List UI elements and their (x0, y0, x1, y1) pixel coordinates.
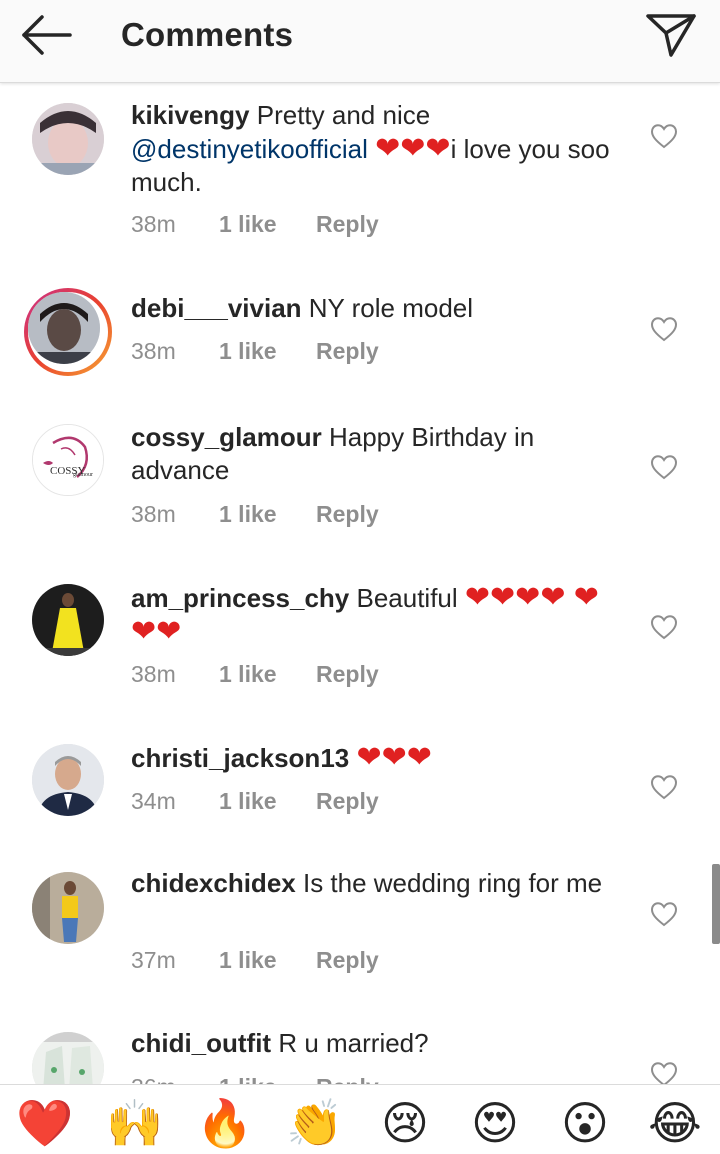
crying-face-emoji[interactable]: 😢 (375, 1095, 435, 1151)
avatar[interactable] (32, 872, 104, 944)
comment-list[interactable]: kikivengy Pretty and nice @destinyetikoo… (0, 83, 720, 1084)
like-count[interactable]: 1 like (219, 1074, 277, 1084)
comment-text: kikivengy Pretty and nice @destinyetikoo… (131, 100, 610, 197)
reply-button[interactable]: Reply (316, 501, 379, 528)
reply-button[interactable]: Reply (316, 947, 379, 974)
comment-item: chidi_outfit R u married? 36m 1 like Rep… (0, 1018, 720, 1084)
comment-time: 38m (131, 501, 176, 527)
scrollbar[interactable] (712, 864, 720, 944)
svg-text:glamour: glamour (73, 472, 93, 478)
arrow-left-icon (22, 15, 72, 55)
comment-text: cossy_glamour Happy Birthday in advance (131, 422, 535, 485)
like-button[interactable] (650, 454, 678, 480)
heart-emojis: ❤❤❤ (375, 132, 451, 165)
comment-text: christi_jackson13 ❤❤❤ (131, 741, 611, 775)
like-button[interactable] (650, 316, 678, 342)
clapping-hands-emoji[interactable]: 👏 (285, 1095, 345, 1151)
heart-outline-icon (650, 775, 678, 800)
heart-eyes-emoji[interactable]: 😍 (465, 1095, 525, 1151)
fire-emoji[interactable]: 🔥 (195, 1095, 255, 1151)
heart-outline-icon (650, 902, 678, 927)
paper-plane-icon (646, 14, 696, 57)
reply-button[interactable]: Reply (316, 661, 379, 688)
heart-outline-icon (650, 1062, 678, 1084)
comment-item: am_princess_chy Beautiful ❤❤❤❤ ❤❤❤ 38m 1… (0, 568, 720, 728)
comment-item: kikivengy Pretty and nice @destinyetikoo… (0, 83, 720, 273)
reply-button[interactable]: Reply (316, 1074, 379, 1084)
comment-text: am_princess_chy Beautiful ❤❤❤❤ ❤❤❤ (131, 581, 599, 648)
comment-time: 36m (131, 1074, 176, 1084)
heart-outline-icon (650, 615, 678, 640)
username[interactable]: debi___vivian (131, 293, 302, 323)
comment-text: chidi_outfit R u married? (131, 1028, 429, 1058)
reply-button[interactable]: Reply (316, 338, 379, 365)
username[interactable]: am_princess_chy (131, 583, 349, 613)
comment-time: 38m (131, 338, 176, 364)
comment-time: 38m (131, 211, 176, 237)
like-button[interactable] (650, 1061, 678, 1084)
comment-time: 38m (131, 661, 176, 687)
username[interactable]: chidexchidex (131, 868, 296, 898)
like-count[interactable]: 1 like (219, 947, 277, 974)
comment-item: debi___vivian NY role model 38m 1 like R… (0, 273, 720, 408)
story-ring[interactable] (24, 288, 112, 376)
heart-outline-icon (650, 455, 678, 480)
mention-link[interactable]: @destinyetikoofficial (131, 134, 368, 164)
tears-of-joy-emoji[interactable]: 😂 (645, 1095, 705, 1151)
avatar[interactable] (32, 744, 104, 816)
heart-emojis: ❤❤❤ (356, 741, 432, 774)
comment-item: christi_jackson13 ❤❤❤ 34m 1 like Reply (0, 728, 720, 858)
like-count[interactable]: 1 like (219, 338, 277, 365)
raising-hands-emoji[interactable]: 🙌 (105, 1095, 165, 1151)
like-count[interactable]: 1 like (219, 211, 277, 238)
send-button[interactable] (644, 10, 700, 58)
reply-button[interactable]: Reply (316, 211, 379, 238)
astonished-face-emoji[interactable]: 😮 (555, 1095, 615, 1151)
page-title: Comments (121, 16, 294, 53)
back-button[interactable] (18, 13, 78, 57)
like-button[interactable] (650, 901, 678, 927)
reply-button[interactable]: Reply (316, 788, 379, 815)
comment-item: COSSY glamour cossy_glamour Happy Birthd… (0, 408, 720, 568)
avatar (28, 292, 100, 364)
username[interactable]: christi_jackson13 (131, 743, 349, 773)
avatar[interactable]: COSSY glamour (32, 424, 104, 496)
like-count[interactable]: 1 like (219, 661, 277, 688)
username[interactable]: kikivengy (131, 100, 250, 130)
username[interactable]: cossy_glamour (131, 422, 322, 452)
heart-outline-icon (650, 124, 678, 149)
emoji-reaction-bar: ❤️ 🙌 🔥 👏 😢 😍 😮 😂 (0, 1084, 720, 1154)
like-button[interactable] (650, 123, 678, 149)
comment-time: 37m (131, 947, 176, 973)
comment-text: debi___vivian NY role model (131, 293, 474, 323)
comment-time: 34m (131, 788, 176, 814)
like-button[interactable] (650, 614, 678, 640)
avatar[interactable] (32, 103, 104, 175)
avatar[interactable] (32, 584, 104, 656)
red-heart-emoji[interactable]: ❤️ (15, 1095, 75, 1151)
like-button[interactable] (650, 774, 678, 800)
top-bar: Comments (0, 0, 720, 83)
avatar[interactable] (32, 1032, 104, 1084)
heart-outline-icon (650, 317, 678, 342)
comment-item: chidexchidex Is the wedding ring for me … (0, 858, 720, 1018)
like-count[interactable]: 1 like (219, 501, 277, 528)
comment-text: chidexchidex Is the wedding ring for me (131, 868, 603, 898)
like-count[interactable]: 1 like (219, 788, 277, 815)
username[interactable]: chidi_outfit (131, 1028, 271, 1058)
